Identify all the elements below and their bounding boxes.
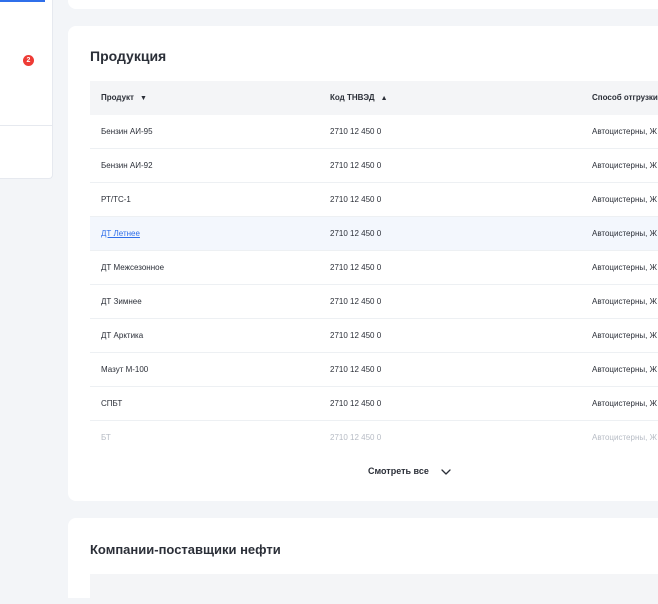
suppliers-card: Компании-поставщики нефти	[68, 518, 658, 604]
suppliers-title: Компании-поставщики нефти	[90, 542, 281, 557]
cell-code: 2710 12 450 0	[330, 195, 382, 204]
cell-code: 2710 12 450 0	[330, 127, 382, 136]
cell-code: 2710 12 450 0	[330, 161, 382, 170]
sidebar-divider	[0, 125, 52, 126]
column-header-code[interactable]: Код ТНВЭД ▲	[330, 81, 388, 115]
cell-product: РТ/ТС-1	[101, 195, 131, 204]
table-row[interactable]: ДТ Межсезонное 2710 12 450 0 Автоцистерн…	[90, 251, 658, 285]
table-row[interactable]: ДТ Арктика 2710 12 450 0 Автоцистерны, Ж	[90, 319, 658, 353]
notification-badge[interactable]: 2	[23, 55, 34, 66]
cell-code: 2710 12 450 0	[330, 263, 382, 272]
suppliers-table-header	[90, 574, 658, 604]
cell-product: Бензин АИ-92	[101, 161, 153, 170]
table-row[interactable]: Бензин АИ-92 2710 12 450 0 Автоцистерны,…	[90, 149, 658, 183]
products-card: Продукция Продукт ▼ Код ТНВЭД ▲ Способ отг…	[68, 26, 658, 501]
cell-shipping: Автоцистерны, Ж	[592, 161, 657, 170]
column-header-shipping[interactable]: Способ отгрузки	[592, 81, 658, 115]
cell-product: ДТ Зимнее	[101, 297, 142, 306]
column-header-product[interactable]: Продукт ▼	[101, 81, 147, 115]
view-all-label: Смотреть все	[368, 466, 429, 476]
cell-code: 2710 12 450 0	[330, 365, 382, 374]
cell-product-link[interactable]: ДТ Летнее	[101, 217, 140, 250]
cell-shipping: Автоцистерны, Ж	[592, 365, 657, 374]
cell-product: Бензин АИ-95	[101, 127, 153, 136]
caret-down-icon[interactable]: ▼	[140, 82, 147, 116]
chevron-down-icon	[441, 460, 452, 484]
table-row[interactable]: Бензин АИ-95 2710 12 450 0 Автоцистерны,…	[90, 115, 658, 149]
cell-code: 2710 12 450 0	[330, 433, 382, 442]
cell-product: ДТ Арктика	[101, 331, 144, 340]
table-row[interactable]: СПБТ 2710 12 450 0 Автоцистерны, Ж	[90, 387, 658, 421]
cell-product: ДТ Межсезонное	[101, 263, 165, 272]
column-label-code: Код ТНВЭД	[330, 93, 375, 102]
cell-code: 2710 12 450 0	[330, 331, 382, 340]
view-all-button[interactable]: Смотреть все	[368, 459, 452, 484]
products-title: Продукция	[90, 48, 167, 64]
cell-shipping: Автоцистерны, Ж	[592, 195, 657, 204]
table-row-hovered[interactable]: ДТ Летнее 2710 12 450 0 Автоцистерны, Ж	[90, 217, 658, 251]
products-table-body: Бензин АИ-95 2710 12 450 0 Автоцистерны,…	[90, 115, 658, 454]
table-row[interactable]: РТ/ТС-1 2710 12 450 0 Автоцистерны, Ж	[90, 183, 658, 217]
product-link[interactable]: ДТ Летнее	[101, 229, 140, 238]
caret-up-icon[interactable]: ▲	[381, 82, 388, 116]
active-indicator	[0, 0, 45, 2]
cell-product: БТ	[101, 433, 111, 442]
cell-product: Мазут М-100	[101, 365, 149, 374]
table-row[interactable]: Мазут М-100 2710 12 450 0 Автоцистерны, …	[90, 353, 658, 387]
cell-shipping: Автоцистерны, Ж	[592, 229, 657, 238]
column-label-shipping: Способ отгрузки	[592, 93, 658, 102]
cell-code: 2710 12 450 0	[330, 297, 382, 306]
cell-code: 2710 12 450 0	[330, 229, 382, 238]
table-row[interactable]: ДТ Зимнее 2710 12 450 0 Автоцистерны, Ж	[90, 285, 658, 319]
previous-card	[68, 0, 658, 9]
cell-code: 2710 12 450 0	[330, 399, 382, 408]
sidebar: 2	[0, 0, 53, 179]
cell-shipping: Автоцистерны, Ж	[592, 297, 657, 306]
products-table-header: Продукт ▼ Код ТНВЭД ▲ Способ отгрузки	[90, 81, 658, 115]
column-label-product: Продукт	[101, 93, 134, 102]
cell-shipping: Автоцистерны, Ж	[592, 433, 657, 442]
table-row-faded[interactable]: БТ 2710 12 450 0 Автоцистерны, Ж	[90, 421, 658, 454]
cell-product: СПБТ	[101, 399, 123, 408]
cell-shipping: Автоцистерны, Ж	[592, 399, 657, 408]
cell-shipping: Автоцистерны, Ж	[592, 127, 657, 136]
cell-shipping: Автоцистерны, Ж	[592, 331, 657, 340]
cell-shipping: Автоцистерны, Ж	[592, 263, 657, 272]
